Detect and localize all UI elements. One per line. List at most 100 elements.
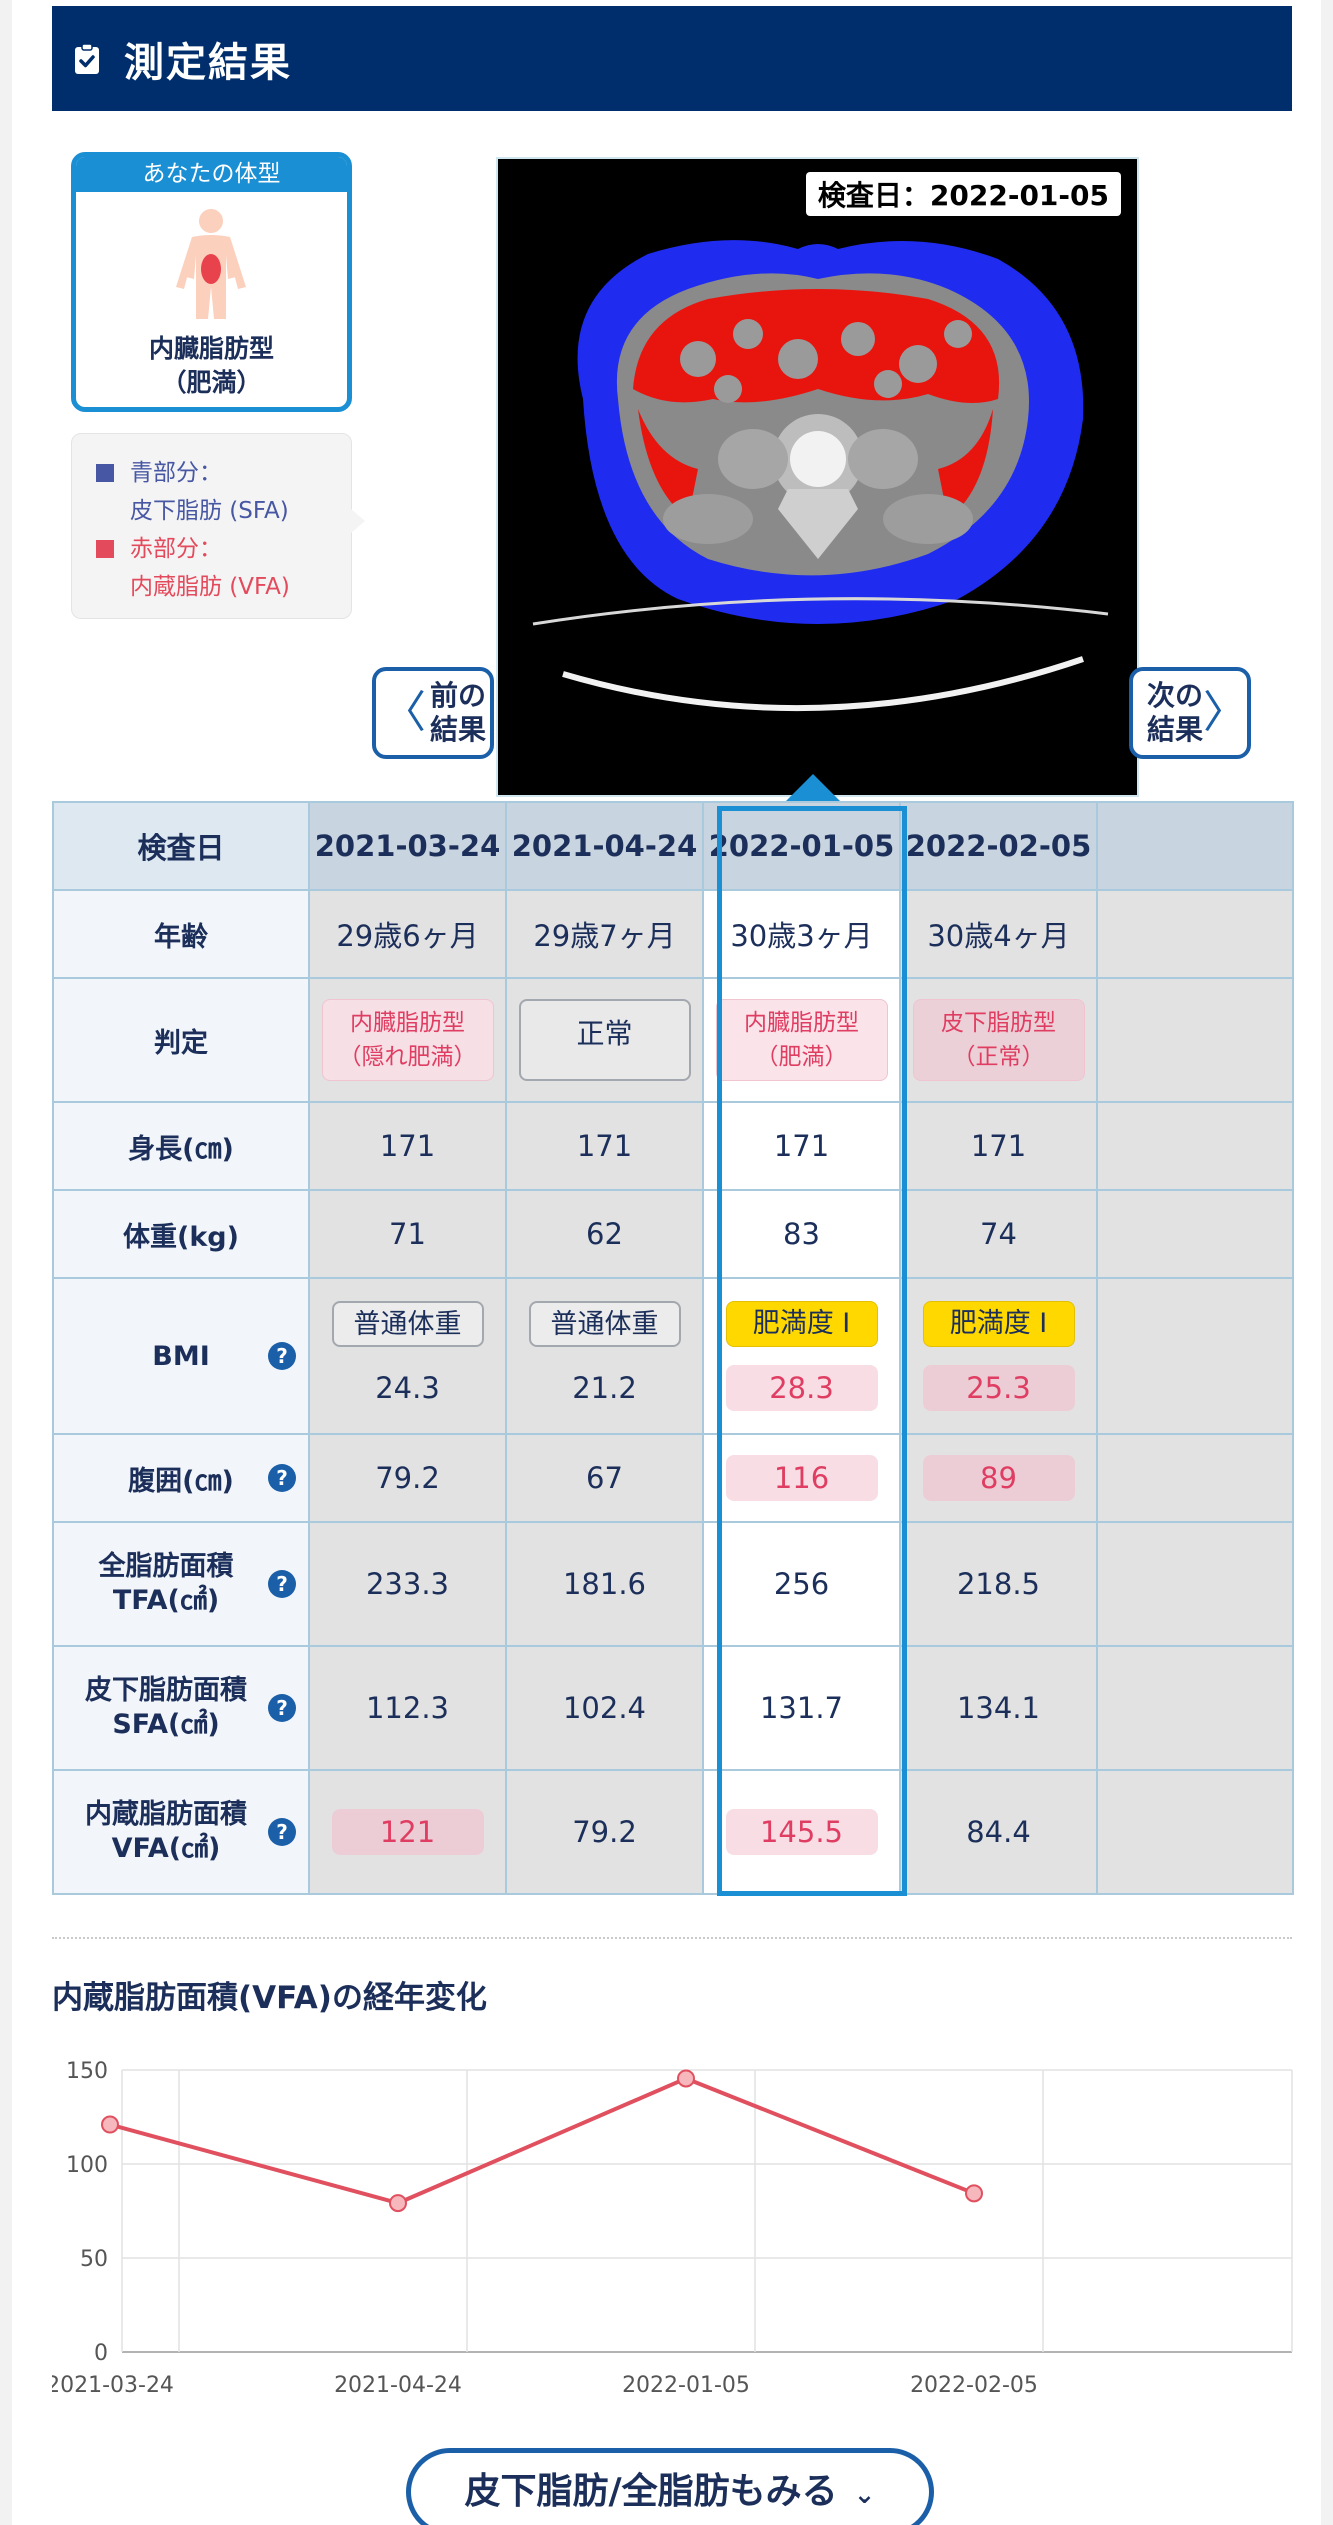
judgement-cell: 内臓脂肪型 （肥満） [702,977,901,1103]
sfa-cell: 102.4 [505,1645,704,1771]
row-header-bmi: BMI ? [52,1277,310,1435]
date-value: 2022-02-05 [905,829,1092,863]
row-header-waist-label: 腹囲(㎝) [128,1465,234,1497]
judgement-line2: （隠れ肥満） [338,1044,477,1070]
row-header-tfa: 全脂肪面積 TFA(㎠) ? [52,1521,310,1647]
data-point [965,2184,983,2203]
next-line1: 次の [1147,679,1204,712]
prev-line1: 前の [429,679,486,712]
legend-red-row: 赤部分： [96,530,351,568]
y-tick-label: 150 [66,2059,108,2084]
empty-cell [1096,1521,1294,1647]
judgement-badge: 内臓脂肪型 （肥満） [715,999,888,1081]
date-cell[interactable]: 2022-02-05 [899,801,1098,891]
help-icon[interactable]: ? [268,1818,296,1846]
legend-blue-desc: 皮下脂肪 (SFA) [130,498,289,524]
prev-result-button[interactable]: 〈 前の 結果 [372,667,494,759]
help-icon[interactable]: ? [268,1694,296,1722]
page-title: 測定結果 [124,39,292,86]
judgement-line1: 内臓脂肪型 [350,1010,465,1036]
tfa-cell: 256 [702,1521,901,1647]
judgement-cell: 皮下脂肪型 （正常） [899,977,1098,1103]
weight-cell: 62 [505,1189,704,1279]
sfa-cell: 131.7 [702,1645,901,1771]
exam-date-label: 検査日：2022-01-05 [805,172,1121,216]
waist-cell: 116 [702,1433,901,1523]
date-value: 2021-04-24 [511,829,698,863]
table-row-height: 身長(㎝) 171 171 171 171 [52,1101,1294,1191]
judgement-badge: 内臓脂肪型 （隠れ肥満） [321,999,494,1081]
waist-cell: 89 [899,1433,1098,1523]
tfa-cell: 233.3 [308,1521,507,1647]
row-header-waist: 腹囲(㎝) ? [52,1433,310,1523]
next-line2: 結果 [1147,713,1204,746]
help-icon[interactable]: ? [268,1570,296,1598]
judgement-cell: 内臓脂肪型 （隠れ肥満） [308,977,507,1103]
y-tick-label: 100 [66,2153,108,2178]
judgement-cell: 正常 [505,977,704,1103]
date-value: 2022-01-05 [708,829,895,863]
legend-red-desc: 内蔵脂肪 (VFA) [130,574,290,600]
bmi-class-badge: 普通体重 [331,1301,484,1347]
weight-cell: 74 [899,1189,1098,1279]
age-cell: 30歳3ヶ月 [702,889,901,979]
y-tick-label: 50 [80,2247,108,2272]
date-cell[interactable]: 2021-03-24 [308,801,507,891]
date-cell-selected[interactable]: 2022-01-05 [702,801,901,891]
data-point [101,2115,119,2134]
height-cell: 171 [308,1101,507,1191]
prev-line2: 結果 [429,713,486,746]
height-cell: 171 [899,1101,1098,1191]
show-more-button[interactable]: 皮下脂肪/全脂肪もみる ⌄ [406,2448,934,2525]
table-row-age: 年齢 29歳6ヶ月 29歳7ヶ月 30歳3ヶ月 30歳4ヶ月 [52,889,1294,979]
judgement-line1: 内臓脂肪型 [744,1010,859,1036]
waist-cell: 79.2 [308,1433,507,1523]
table-row-date: 検査日 2021-03-24 2021-04-24 2022-01-05 202… [52,801,1294,891]
bmi-value: 28.3 [725,1365,878,1411]
bmi-value: 25.3 [922,1365,1075,1411]
page: 測定結果 あなたの体型 内臓脂肪型 （肥満） 青部分： 皮下脂肪 (SFA) 赤… [12,0,1321,2525]
bmi-class-badge: 肥満度 Ⅰ [922,1301,1075,1347]
sfa-cell: 134.1 [899,1645,1098,1771]
judgement-line2: （正常） [952,1044,1045,1070]
row-header-vfa-line1: 内蔵脂肪面積 [85,1799,247,1830]
date-value: 2021-03-24 [314,829,501,863]
vfa-cell: 145.5 [702,1769,901,1895]
date-cell[interactable]: 2021-04-24 [505,801,704,891]
color-legend: 青部分： 皮下脂肪 (SFA) 赤部分： 内蔵脂肪 (VFA) [71,433,365,619]
bmi-cell: 肥満度 Ⅰ 28.3 [702,1277,901,1435]
help-icon[interactable]: ? [268,1464,296,1492]
row-header-weight: 体重(kg) [52,1189,310,1279]
vfa-cell: 121 [308,1769,507,1895]
next-result-label: 次の 結果 [1147,679,1203,747]
clipboard-check-icon [75,42,99,74]
legend-blue-row: 青部分： [96,454,351,492]
empty-cell [1096,977,1294,1103]
vfa-value: 145.5 [725,1809,878,1855]
empty-cell [1096,1189,1294,1279]
row-header-date: 検査日 [52,801,310,891]
judgement-line1: 皮下脂肪型 [941,1010,1056,1036]
ct-scan-image: 検査日：2022-01-05 [496,157,1139,797]
body-type-heading: あなたの体型 [76,157,347,192]
y-tick-label: 0 [94,2341,108,2366]
empty-cell [1096,1433,1294,1523]
empty-cell [1096,1277,1294,1435]
table-row-tfa: 全脂肪面積 TFA(㎠) ? 233.3 181.6 256 218.5 [52,1521,1294,1647]
bmi-class-badge: 普通体重 [528,1301,681,1347]
help-icon[interactable]: ? [268,1342,296,1370]
next-result-button[interactable]: 次の 結果 〉 [1129,667,1251,759]
row-header-tfa-line2: TFA(㎠) [112,1585,220,1616]
x-tick-label: 2021-04-24 [334,2373,462,2398]
row-header-tfa-line1: 全脂肪面積 [98,1551,234,1582]
results-table: 検査日 2021-03-24 2021-04-24 2022-01-05 202… [52,801,1294,1895]
chevron-left-icon: 〈 [382,687,426,738]
section-divider [52,1937,1292,1939]
waist-cell: 67 [505,1433,704,1523]
data-point [389,2194,407,2213]
empty-cell [1096,1645,1294,1771]
selected-pointer [785,774,841,802]
bmi-class-badge: 肥満度 Ⅰ [725,1301,878,1347]
age-cell: 29歳7ヶ月 [505,889,704,979]
sfa-cell: 112.3 [308,1645,507,1771]
